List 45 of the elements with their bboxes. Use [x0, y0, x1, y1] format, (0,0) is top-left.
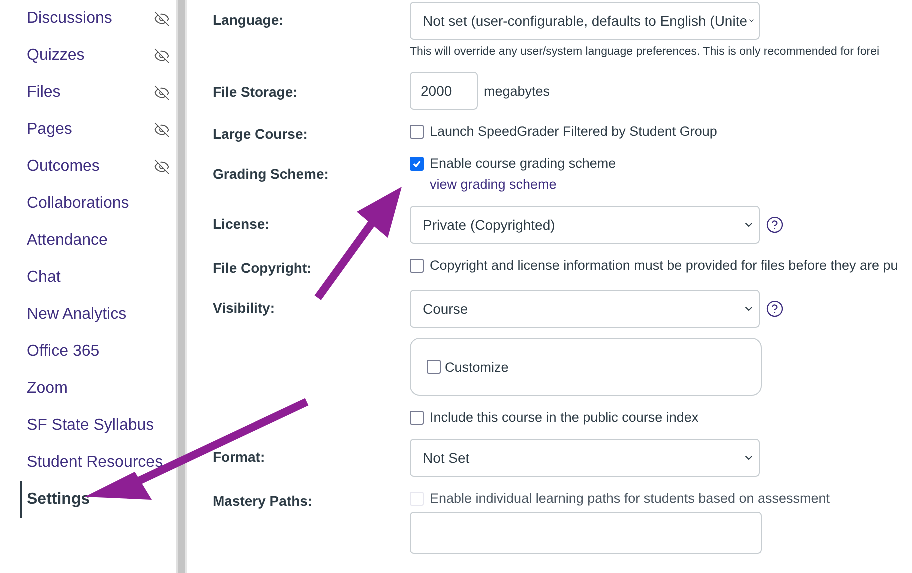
dropdown[interactable]: Private (Copyrighted) [410, 206, 760, 244]
checkbox[interactable] [427, 360, 441, 374]
sidebar-item[interactable]: Zoom [20, 370, 176, 407]
setting-label: License: [213, 215, 271, 232]
sidebar-item[interactable]: Quizzes [20, 37, 176, 74]
checkbox[interactable] [410, 156, 424, 170]
sidebar-item[interactable]: Student Resources [20, 444, 176, 481]
number-input[interactable]: 2000 [410, 72, 478, 110]
sidebar-item[interactable]: Chat [20, 259, 176, 296]
checkmark-icon [412, 158, 422, 168]
checkbox[interactable] [410, 124, 424, 138]
sidebar-item[interactable]: Discussions [20, 0, 176, 37]
sidebar-item[interactable]: SF State Syllabus [20, 407, 176, 444]
setting-label: Visibility: [213, 299, 276, 316]
dropdown[interactable]: Course [410, 290, 760, 328]
dropdown[interactable]: Not Set [410, 439, 760, 477]
setting-label: Mastery Paths: [213, 492, 314, 509]
checkbox-label: Customize [445, 360, 509, 374]
view-grading-link[interactable]: view grading scheme [410, 177, 616, 192]
sidebar-item[interactable]: Files [20, 74, 176, 111]
setting-label: File Copyright: [213, 259, 313, 276]
checkbox-label: Include this course in the public course index [430, 410, 699, 425]
setting-label: Format: [213, 448, 266, 465]
checkbox[interactable] [410, 258, 424, 272]
checkbox-label: Enable course grading scheme [430, 156, 616, 171]
unit-label: megabytes [484, 84, 550, 98]
sidebar-item[interactable]: Collaborations [20, 185, 176, 222]
checkbox-label: Launch SpeedGrader Filtered by Student Group [430, 124, 718, 139]
setting-label: Language: [213, 11, 285, 28]
sidebar-item[interactable]: Attendance [20, 222, 176, 259]
setting-label: Large Course: [213, 125, 309, 142]
checkbox[interactable] [410, 410, 424, 424]
sidebar-item[interactable]: Pages [20, 111, 176, 148]
sidebar-item[interactable]: New Analytics [20, 296, 176, 333]
checkbox-label: Enable individual learning paths for students based on assessment [430, 491, 830, 506]
hint-text: This will override any user/system language preferences. This is only recommended for forei [410, 46, 880, 58]
help-icon[interactable] [766, 216, 784, 234]
checkbox-label: Copyright and license information must be provided for files before they are pu [430, 258, 898, 273]
sidebar-item[interactable]: Office 365 [20, 333, 176, 370]
setting-label: File Storage: [213, 83, 299, 100]
sidebar-item[interactable]: Outcomes [20, 148, 176, 185]
help-icon[interactable] [766, 300, 784, 318]
setting-label: Grading Scheme: [213, 165, 330, 182]
scrollbar[interactable] [176, 0, 187, 573]
dropdown[interactable]: Not set (user-configurable, defaults to English (Unite [410, 2, 760, 40]
